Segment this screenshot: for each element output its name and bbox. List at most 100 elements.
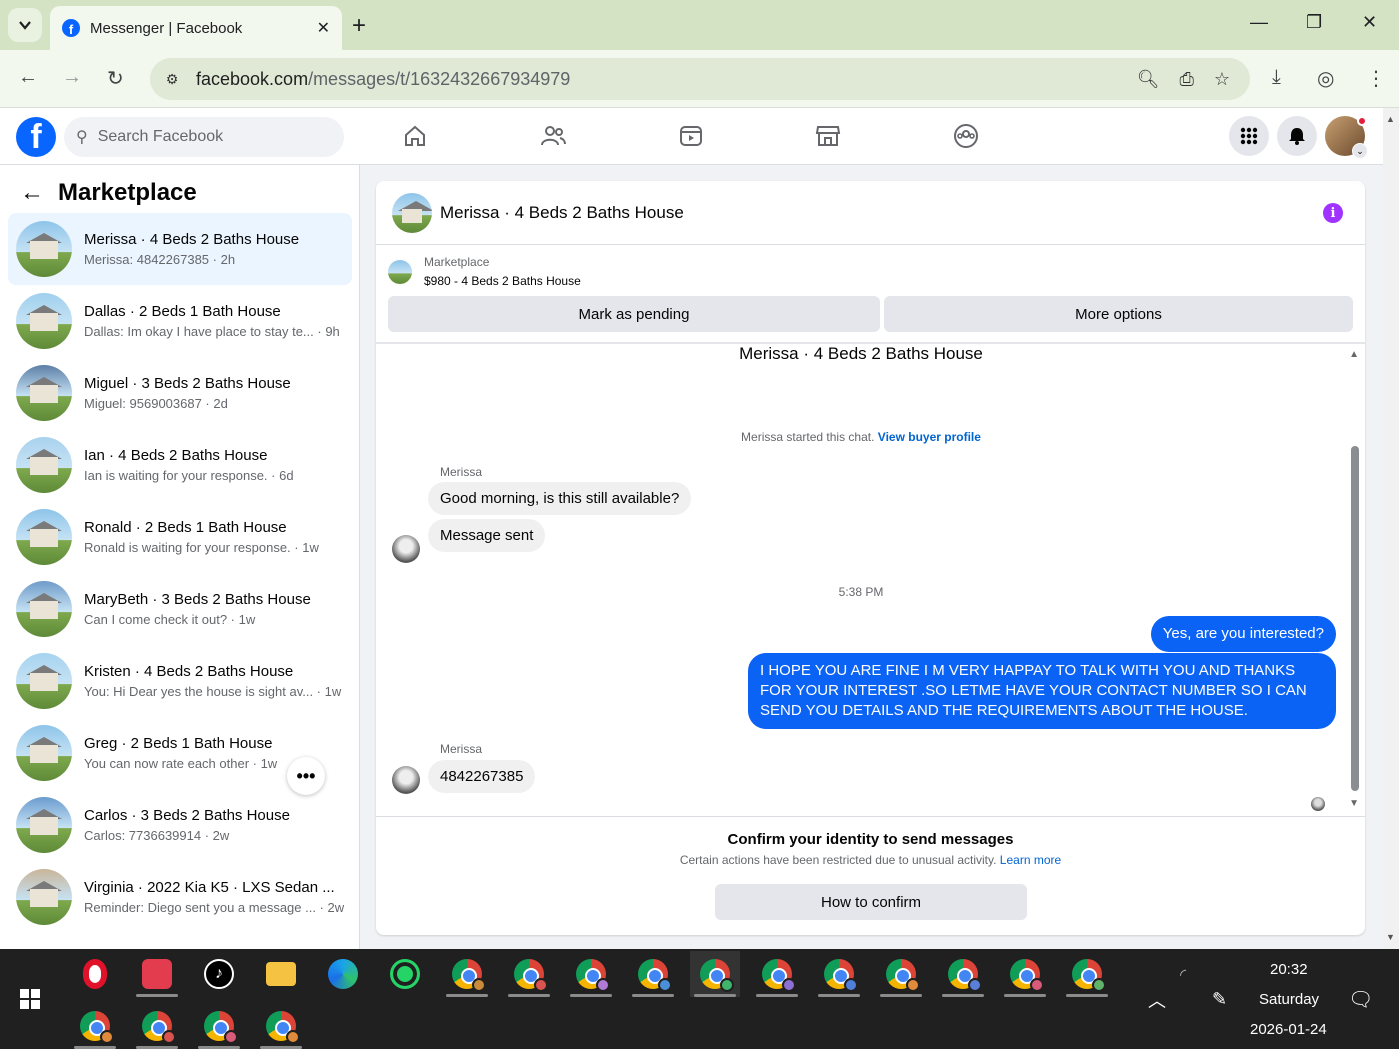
wifi-icon[interactable]: ◜ xyxy=(1180,965,1186,985)
groups-icon[interactable] xyxy=(952,122,980,150)
listing-summary[interactable]: Marketplace $980 - 4 Beds 2 Baths House xyxy=(388,255,581,288)
sender-avatar[interactable] xyxy=(392,766,420,794)
chrome-profile-icon[interactable] xyxy=(752,951,802,997)
messenger-app-icon[interactable] xyxy=(132,951,182,997)
page-scrollbar[interactable]: ▲ ▼ xyxy=(1383,108,1399,949)
download-icon[interactable]: ⤓ xyxy=(1272,66,1281,89)
clock-time[interactable]: 20:32 xyxy=(1270,961,1308,978)
chrome-profile-icon[interactable] xyxy=(194,1003,244,1049)
tab-search-button[interactable] xyxy=(8,8,42,42)
clock-day[interactable]: Saturday xyxy=(1259,991,1319,1008)
conversation-thumbnail xyxy=(16,365,72,421)
menu-kebab-icon[interactable]: ⋮ xyxy=(1366,66,1386,91)
file-explorer-icon[interactable] xyxy=(256,951,306,997)
conversation-item[interactable]: Virginia · 2022 Kia K5 · LXS Sedan ... Re… xyxy=(8,861,352,933)
tiktok-icon[interactable]: ♪ xyxy=(194,951,244,997)
conversation-item[interactable]: Kristen · 4 Beds 2 Baths House You: Hi De… xyxy=(8,645,352,717)
outgoing-message[interactable]: Yes, are you interested? xyxy=(1150,616,1336,652)
forward-icon[interactable]: → xyxy=(62,66,82,89)
scroll-up-icon[interactable]: ▲ xyxy=(1386,114,1395,124)
url-path: /messages/t/1632432667934979 xyxy=(308,68,571,89)
marketplace-icon[interactable] xyxy=(814,122,842,150)
chrome-profile-icon[interactable] xyxy=(566,951,616,997)
conversation-item[interactable]: Ian · 4 Beds 2 Baths House Ian is waiting… xyxy=(8,429,352,501)
chat-avatar[interactable] xyxy=(392,192,432,233)
site-info-icon[interactable]: ⚙ xyxy=(158,65,186,93)
reload-icon[interactable]: ↻ xyxy=(107,66,124,91)
scroll-down-icon[interactable]: ▼ xyxy=(1386,932,1395,942)
restore-icon[interactable]: ❐ xyxy=(1306,12,1322,33)
incoming-message[interactable]: 4842267385 xyxy=(428,760,536,793)
learn-more-link[interactable]: Learn more xyxy=(1000,853,1061,867)
conversation-name: Carlos · 3 Beds 2 Baths House xyxy=(84,807,290,824)
conversation-preview: Miguel: 9569003687 · 2d xyxy=(84,396,228,411)
mark-as-pending-button[interactable]: Mark as pending xyxy=(388,296,880,332)
how-to-confirm-button[interactable]: How to confirm xyxy=(715,884,1027,920)
close-window-icon[interactable]: ✕ xyxy=(1362,12,1377,33)
chrome-profile-icon[interactable] xyxy=(1000,951,1050,997)
new-tab-icon[interactable]: + xyxy=(352,12,366,40)
back-icon[interactable]: ← xyxy=(18,66,38,89)
menu-grid-button[interactable] xyxy=(1229,116,1269,156)
pen-icon[interactable]: ✎ xyxy=(1212,989,1227,1010)
minimize-icon[interactable]: — xyxy=(1250,12,1268,33)
sender-avatar[interactable] xyxy=(392,535,420,563)
search-input[interactable] xyxy=(97,128,318,146)
browser-tab-messenger[interactable]: f Messenger | Facebook ✕ xyxy=(50,6,342,50)
whatsapp-icon[interactable] xyxy=(380,951,430,997)
conversation-name: Ronald · 2 Beds 1 Bath House xyxy=(84,519,287,536)
windows-start-icon[interactable] xyxy=(20,989,40,1009)
chrome-profile-icon[interactable] xyxy=(690,951,740,997)
chat-title[interactable]: Merissa · 4 Beds 2 Baths House xyxy=(440,203,684,223)
install-app-icon[interactable]: ⎙ xyxy=(1179,69,1193,90)
conversation-name: MaryBeth · 3 Beds 2 Baths House xyxy=(84,591,311,608)
scroll-up-icon[interactable]: ▲ xyxy=(1349,349,1359,360)
notifications-button[interactable] xyxy=(1277,116,1317,156)
outgoing-message[interactable]: I HOPE YOU ARE FINE I M VERY HAPPAY TO T… xyxy=(748,653,1336,729)
edge-icon[interactable] xyxy=(318,951,368,997)
url-text[interactable]: facebook.com/messages/t/1632432667934979 xyxy=(196,69,1137,90)
conversation-item[interactable]: Dallas · 2 Beds 1 Bath House Dallas: Im o… xyxy=(8,285,352,357)
conversation-options-button[interactable]: ••• xyxy=(287,757,325,795)
conversation-item[interactable]: Carlos · 3 Beds 2 Baths House Carlos: 773… xyxy=(8,789,352,861)
back-arrow-icon[interactable]: ← xyxy=(20,179,44,207)
zoom-icon[interactable]: 🔍︎ xyxy=(1137,69,1160,90)
conversation-name: Greg · 2 Beds 1 Bath House xyxy=(84,735,273,752)
chrome-profile-icon[interactable] xyxy=(876,951,926,997)
chrome-profile-icon[interactable] xyxy=(938,951,988,997)
view-buyer-profile-link[interactable]: View buyer profile xyxy=(878,430,981,444)
chrome-profile-icon[interactable] xyxy=(256,1003,306,1049)
conversation-item[interactable]: Ronald · 2 Beds 1 Bath House Ronald is wa… xyxy=(8,501,352,573)
incoming-message[interactable]: Good morning, is this still available? xyxy=(428,482,692,515)
listing-thumbnail xyxy=(388,259,412,284)
address-bar[interactable]: ⚙ facebook.com/messages/t/16324326679349… xyxy=(150,58,1250,100)
conversation-item[interactable]: Miguel · 3 Beds 2 Baths House Miguel: 956… xyxy=(8,357,352,429)
scroll-down-icon[interactable]: ▼ xyxy=(1349,798,1359,809)
chrome-profile-icon[interactable] xyxy=(1062,951,1112,997)
conversation-item[interactable]: Merissa · 4 Beds 2 Baths House Merissa: 4… xyxy=(8,213,352,285)
facebook-search[interactable]: ⚲ xyxy=(64,117,344,157)
account-avatar[interactable]: ⌄ xyxy=(1325,116,1368,159)
facebook-logo-icon[interactable]: f xyxy=(16,117,56,157)
chrome-profile-icon[interactable] xyxy=(628,951,678,997)
chrome-profile-icon[interactable] xyxy=(814,951,864,997)
chrome-profile-icon[interactable] xyxy=(132,1003,182,1049)
chrome-profile-icon[interactable] xyxy=(70,1003,120,1049)
more-options-button[interactable]: More options xyxy=(884,296,1353,332)
home-icon[interactable] xyxy=(401,122,429,150)
chrome-profile-icon[interactable] xyxy=(504,951,554,997)
conversation-item[interactable]: MaryBeth · 3 Beds 2 Baths House Can I com… xyxy=(8,573,352,645)
video-icon[interactable] xyxy=(677,122,705,150)
close-tab-icon[interactable]: ✕ xyxy=(317,18,330,38)
chrome-profile-icon[interactable] xyxy=(442,951,492,997)
opera-icon[interactable] xyxy=(70,951,120,997)
clock-date[interactable]: 2026-01-24 xyxy=(1250,1021,1327,1038)
bookmark-star-icon[interactable]: ☆ xyxy=(1214,69,1230,90)
friends-icon[interactable] xyxy=(539,122,567,150)
info-icon[interactable]: i xyxy=(1323,203,1343,223)
chat-scrollbar[interactable] xyxy=(1351,446,1359,791)
chevron-up-icon[interactable]: ︿ xyxy=(1148,987,1166,1013)
notification-center-icon[interactable]: 🗨︎ xyxy=(1348,987,1373,1012)
profile-icon[interactable]: ◎ xyxy=(1317,66,1334,91)
incoming-message[interactable]: Message sent xyxy=(428,519,546,552)
